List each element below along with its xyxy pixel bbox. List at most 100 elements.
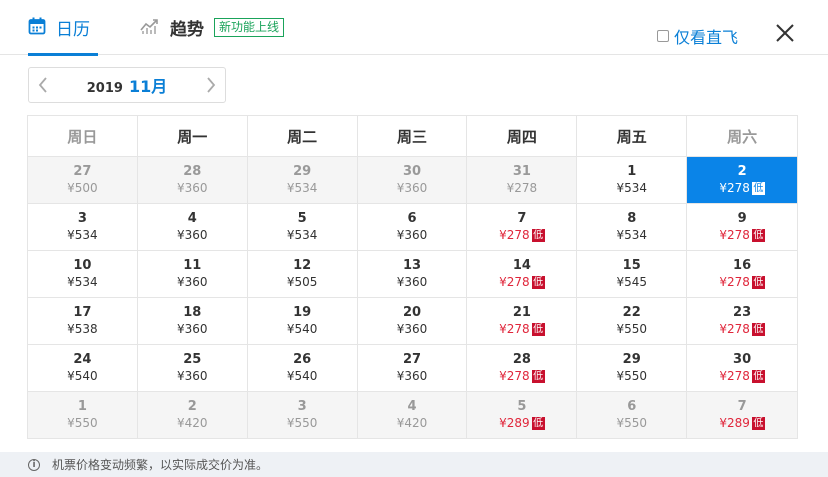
- tab-calendar-label: 日历: [56, 20, 90, 40]
- day-price: ¥360: [397, 321, 428, 337]
- prev-month-button[interactable]: [29, 68, 57, 102]
- price-value: ¥278: [499, 228, 530, 242]
- calendar-day-cell[interactable]: 14 ¥278 低: [467, 251, 578, 298]
- day-number: 29: [293, 164, 312, 179]
- calendar-day-cell[interactable]: 15 ¥545: [577, 251, 688, 298]
- calendar-day-cell[interactable]: 10 ¥534: [28, 251, 138, 298]
- day-price: ¥360: [177, 227, 208, 243]
- price-value: ¥278: [499, 322, 530, 336]
- day-price: ¥278 低: [499, 274, 545, 290]
- price-value: ¥360: [396, 275, 428, 289]
- calendar-day-cell[interactable]: 29 ¥534: [247, 157, 358, 204]
- calendar-day-cell[interactable]: 3 ¥534: [28, 204, 138, 251]
- calendar-day-cell[interactable]: 6 ¥550: [577, 392, 688, 439]
- month-switcher: 2019 11月: [28, 67, 226, 103]
- day-price: ¥278 低: [499, 227, 545, 243]
- calendar-day-cell[interactable]: 19 ¥540: [247, 298, 358, 345]
- day-number: 25: [183, 352, 202, 367]
- low-price-tag: 低: [531, 228, 545, 242]
- calendar-day-cell[interactable]: 12 ¥505: [247, 251, 358, 298]
- calendar-day-cell[interactable]: 29 ¥550: [577, 345, 688, 392]
- calendar-day-cell[interactable]: 13 ¥360: [357, 251, 468, 298]
- calendar-day-cell[interactable]: 25 ¥360: [137, 345, 248, 392]
- year-label: 2019: [86, 81, 123, 96]
- day-price: ¥360: [397, 180, 428, 196]
- calendar-day-cell[interactable]: 5 ¥289 低: [467, 392, 578, 439]
- close-button[interactable]: [773, 21, 797, 45]
- day-number: 23: [733, 305, 752, 320]
- day-number: 27: [402, 352, 422, 367]
- calendar-day-cell[interactable]: 30 ¥278 低: [687, 345, 799, 392]
- price-value: ¥278: [499, 275, 530, 289]
- next-month-button[interactable]: [197, 68, 225, 102]
- calendar-day-cell[interactable]: 6 ¥360: [357, 204, 468, 251]
- calendar-day-cell[interactable]: 5 ¥534: [247, 204, 358, 251]
- day-number: 5: [517, 399, 527, 414]
- calendar-day-cell[interactable]: 21 ¥278 低: [467, 298, 578, 345]
- calendar-day-cell[interactable]: 8 ¥534: [577, 204, 688, 251]
- calendar-day-cell[interactable]: 26 ¥540: [247, 345, 358, 392]
- day-price: ¥420: [177, 415, 208, 431]
- tab-calendar[interactable]: 日历: [28, 0, 98, 56]
- calendar-day-cell[interactable]: 1 ¥550: [28, 392, 138, 439]
- direct-flights-checkbox[interactable]: [657, 30, 669, 42]
- price-value: ¥278: [719, 228, 750, 242]
- day-number: 7: [517, 211, 527, 226]
- calendar-day-cell[interactable]: 31 ¥278: [467, 157, 578, 204]
- chevron-left-icon: [38, 77, 47, 93]
- day-number: 4: [407, 399, 417, 414]
- calendar-week-row: 1 ¥550 2 ¥420 3 ¥550 4 ¥420 5 ¥289 低 6 ¥550 7 ¥289 低: [28, 392, 799, 439]
- trend-chart-icon: [140, 17, 160, 39]
- calendar-day-cell[interactable]: 1 ¥534: [577, 157, 688, 204]
- day-number: 11: [183, 258, 202, 273]
- day-number: 4: [187, 211, 197, 226]
- price-value: ¥534: [286, 228, 318, 242]
- day-number: 9: [737, 211, 747, 226]
- calendar-day-cell[interactable]: 22 ¥550: [577, 298, 688, 345]
- day-number: 15: [622, 258, 641, 273]
- day-number: 26: [293, 352, 312, 367]
- price-value: ¥360: [177, 322, 208, 336]
- calendar-day-cell[interactable]: 4 ¥360: [137, 204, 248, 251]
- price-value: ¥534: [616, 181, 647, 195]
- tab-trend[interactable]: 趋势 新功能上线: [140, 0, 285, 55]
- calendar-day-cell[interactable]: 16 ¥278 低: [687, 251, 799, 298]
- calendar-day-cell[interactable]: 3 ¥550: [247, 392, 358, 439]
- day-price: ¥534: [287, 227, 318, 243]
- price-value: ¥550: [616, 416, 647, 430]
- day-price: ¥278 低: [719, 368, 765, 384]
- calendar-day-cell[interactable]: 27 ¥500: [28, 157, 138, 204]
- day-number: 20: [402, 305, 422, 320]
- calendar-day-cell[interactable]: 23 ¥278 低: [687, 298, 799, 345]
- month-label: 11月: [128, 77, 168, 96]
- calendar-day-cell[interactable]: 24 ¥540: [28, 345, 138, 392]
- weekday-header: 周四: [467, 116, 578, 157]
- calendar-day-cell[interactable]: 9 ¥278 低: [687, 204, 799, 251]
- day-number: 30: [733, 352, 752, 367]
- calendar-day-cell[interactable]: 20 ¥360: [357, 298, 468, 345]
- day-price: ¥505: [287, 274, 318, 290]
- calendar-day-cell[interactable]: 28 ¥278 低: [467, 345, 578, 392]
- weekday-header: 周二: [247, 116, 358, 157]
- calendar-week-row: 17 ¥538 18 ¥360 19 ¥540 20 ¥360 21 ¥278 低 22 ¥550 23 ¥…: [28, 298, 799, 345]
- direct-flights-only-toggle[interactable]: 仅看直飞: [657, 24, 738, 48]
- weekday-header: 周一: [137, 116, 248, 157]
- calendar-day-cell[interactable]: 2 ¥420: [137, 392, 248, 439]
- day-price: ¥278: [507, 180, 538, 196]
- calendar-day-cell[interactable]: 18 ¥360: [137, 298, 248, 345]
- day-number: 12: [293, 258, 312, 273]
- calendar-day-cell[interactable]: 30 ¥360: [357, 157, 468, 204]
- calendar-day-cell[interactable]: 28 ¥360: [137, 157, 248, 204]
- day-price: ¥550: [616, 415, 647, 431]
- calendar-day-cell[interactable]: 11 ¥360: [137, 251, 248, 298]
- day-number: 3: [297, 399, 307, 414]
- calendar-day-cell[interactable]: 7 ¥289 低: [687, 392, 799, 439]
- calendar-day-cell[interactable]: 4 ¥420: [357, 392, 468, 439]
- day-price: ¥278 低: [719, 227, 765, 243]
- calendar-day-cell[interactable]: 7 ¥278 低: [467, 204, 578, 251]
- day-number: 5: [297, 211, 307, 226]
- weekday-header-row: 周日 周一 周二 周三 周四 周五 周六: [28, 116, 799, 157]
- calendar-day-cell[interactable]: 17 ¥538: [28, 298, 138, 345]
- calendar-day-cell-selected[interactable]: 2 ¥278 低: [687, 157, 799, 204]
- calendar-day-cell[interactable]: 27 ¥360: [357, 345, 468, 392]
